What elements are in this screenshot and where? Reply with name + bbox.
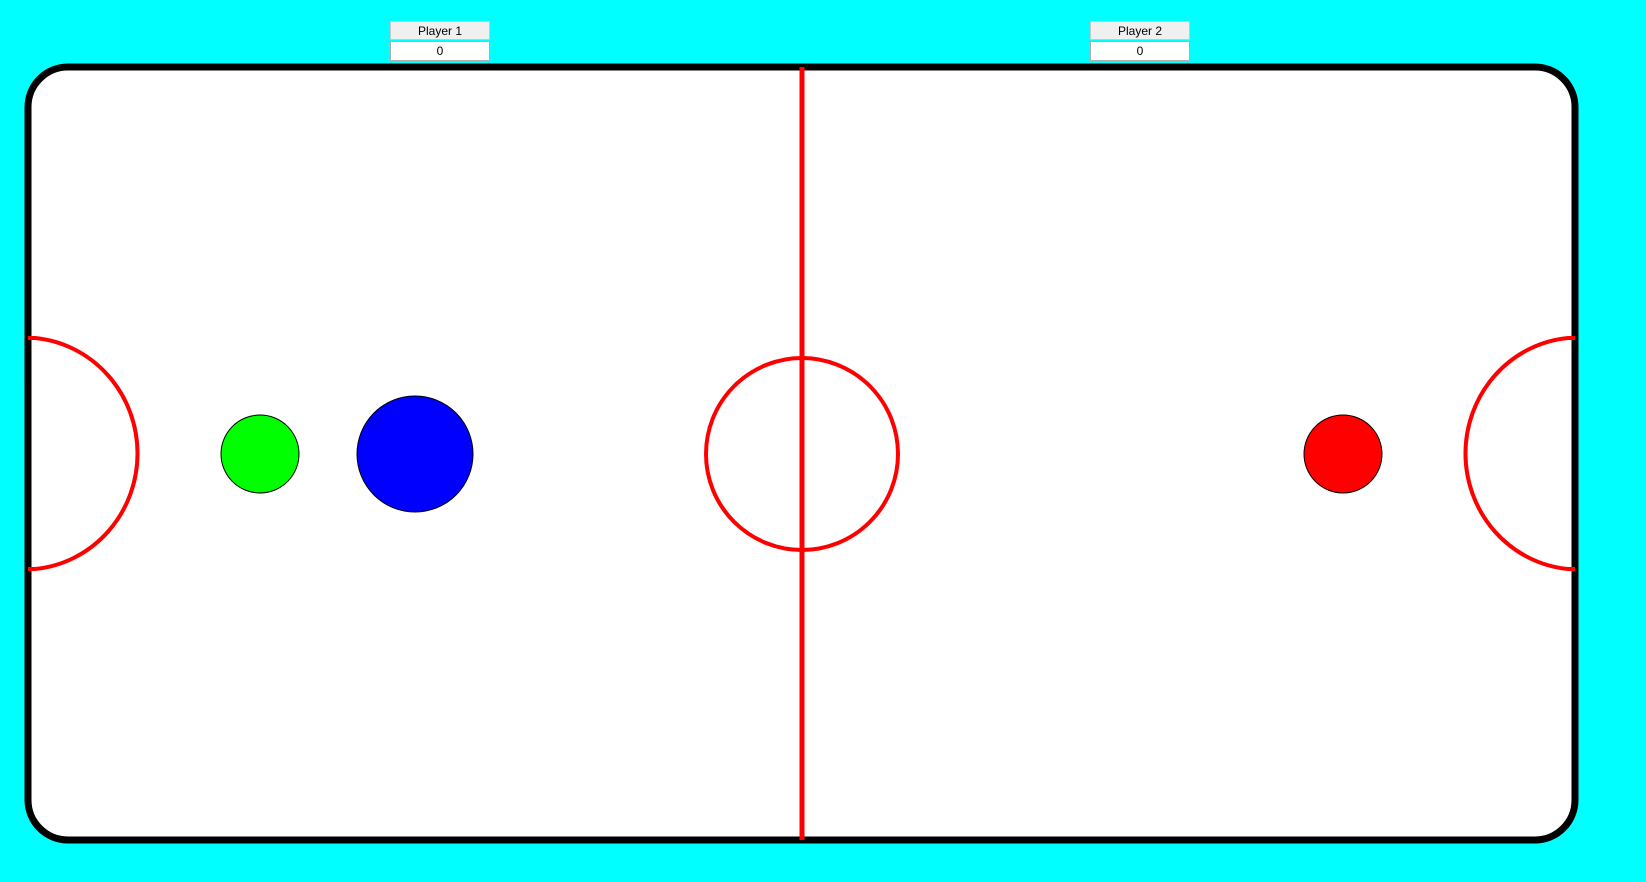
air-hockey-rink[interactable] bbox=[0, 0, 1646, 882]
puck[interactable] bbox=[220, 414, 300, 494]
player1-mallet[interactable] bbox=[356, 395, 474, 513]
player2-mallet[interactable] bbox=[1303, 414, 1383, 494]
